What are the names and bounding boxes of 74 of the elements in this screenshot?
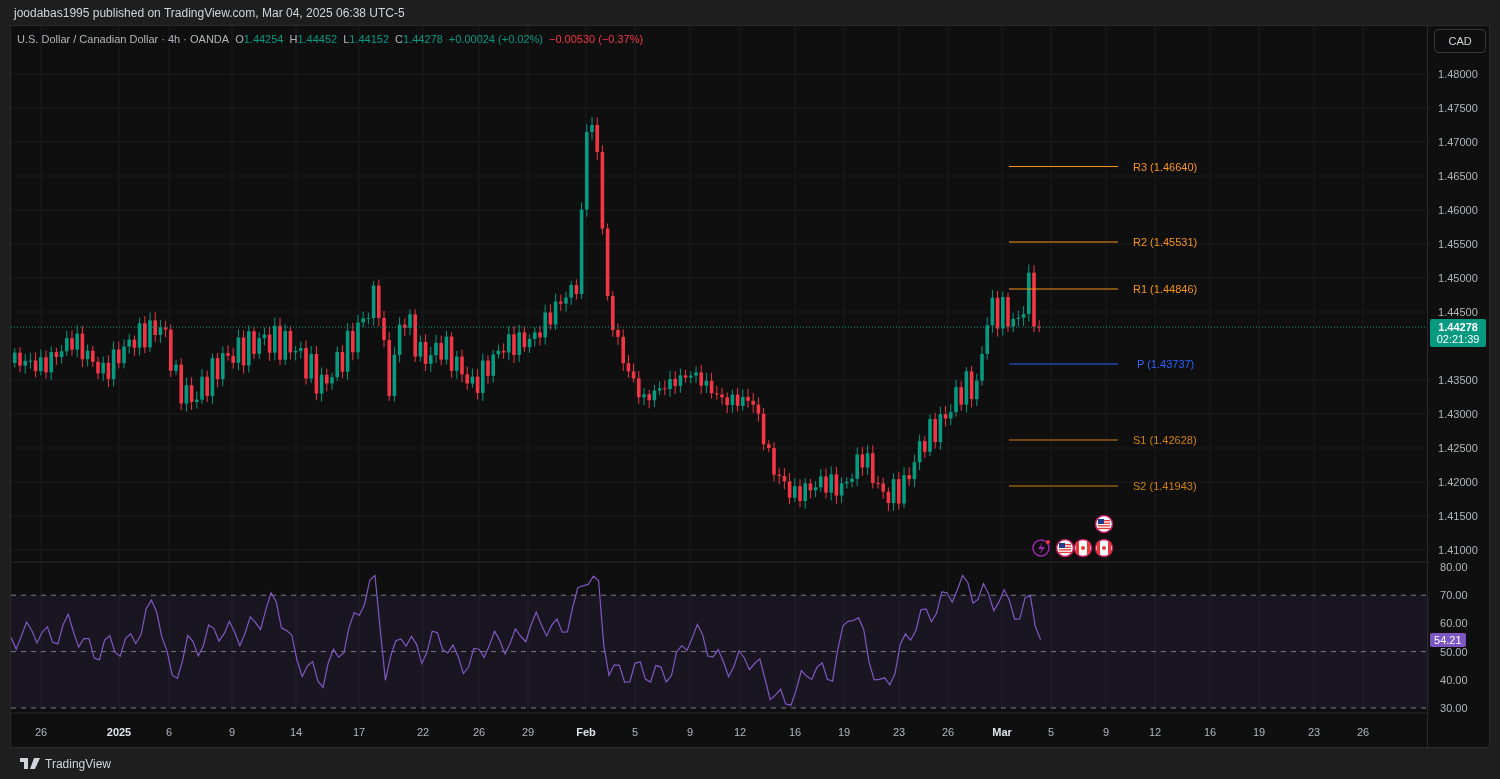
price-axis-label: 1.43000	[1438, 407, 1478, 421]
bar-countdown: 02:21:39	[1436, 333, 1480, 346]
brand-name: TradingView	[45, 755, 112, 773]
price-change: +0.00024 (+0.02%)	[448, 32, 543, 47]
ohlc-label: H	[289, 32, 298, 47]
rsi-axis-label: 50.00	[1440, 644, 1468, 659]
rsi-axis-label: 70.00	[1440, 588, 1468, 603]
lightning-icon[interactable]	[1032, 539, 1050, 557]
ohlc-label: O	[235, 32, 244, 47]
price-axis-label: 1.44500	[1438, 305, 1478, 319]
pivot-label: R2 (1.45531)	[1133, 235, 1198, 249]
us-flag-icon[interactable]	[1055, 538, 1075, 558]
time-axis-label: 16	[788, 725, 802, 739]
ohlc-value: 1.44152	[349, 32, 390, 47]
time-axis-label: 9	[1102, 725, 1110, 739]
price-axis-label: 1.45500	[1438, 237, 1478, 251]
time-axis-label: 19	[837, 725, 851, 739]
price-axis-label: 1.41000	[1438, 543, 1478, 557]
canada-flag-icon[interactable]	[1094, 538, 1114, 558]
currency-button[interactable]: CAD	[1434, 29, 1487, 53]
symbol-title: U.S. Dollar / Canadian Dollar · 4h · OANDA	[17, 32, 230, 47]
price-axis-label: 1.41500	[1438, 509, 1478, 523]
pivot-label: S2 (1.41943)	[1133, 479, 1197, 493]
time-axis-label: 17	[352, 725, 366, 739]
time-axis-label: 16	[1203, 725, 1217, 739]
rsi-axis-label: 30.00	[1440, 701, 1468, 715]
time-axis-label: 26	[34, 725, 48, 739]
ohlc-label: L	[343, 32, 350, 47]
price-axis-label: 1.45000	[1438, 271, 1478, 285]
ohlc-value: 1.44278	[403, 32, 443, 47]
price-axis-label: 1.43500	[1438, 373, 1478, 387]
ohlc-value: 1.44452	[297, 32, 338, 47]
time-axis-label: 9	[686, 725, 694, 739]
publisher-line: joodabas1995 published on TradingView.com, Mar 04, 2025 06:38 UTC-5	[14, 4, 405, 22]
rsi-axis-label: 80.00	[1440, 560, 1468, 574]
time-axis-label: 9	[228, 725, 236, 739]
time-axis-label: 29	[521, 725, 535, 739]
price-change: −0.00530 (−0.37%)	[549, 32, 644, 47]
last-price: 1.44278	[1438, 321, 1478, 334]
time-axis-label: 12	[1148, 725, 1162, 739]
time-axis-label: 26	[941, 725, 955, 739]
rsi-value-tag: 54.21	[1430, 632, 1466, 647]
rsi-axis-label: 60.00	[1440, 616, 1468, 631]
rsi-axis-label: 40.00	[1440, 672, 1468, 687]
time-axis-label: 26	[472, 725, 486, 739]
time-axis-label: 5	[1047, 725, 1055, 739]
price-axis-label: 1.46000	[1438, 203, 1478, 217]
time-axis-label: Mar	[992, 725, 1012, 739]
price-axis-label: 1.46500	[1438, 169, 1478, 183]
price-axis-label: 1.47500	[1438, 101, 1478, 115]
time-axis-label: 23	[1307, 725, 1321, 739]
time-axis-label: 2025	[106, 725, 132, 739]
pivot-label: S1 (1.42628)	[1133, 433, 1197, 447]
time-axis-label: 26	[1356, 725, 1370, 739]
price-axis-label: 1.48000	[1438, 67, 1478, 81]
pivot-label: R3 (1.46640)	[1133, 159, 1198, 174]
price-axis-label: 1.42500	[1438, 441, 1478, 455]
canada-flag-icon[interactable]	[1073, 538, 1093, 558]
ohlc-value: 1.44254	[243, 32, 284, 47]
price-axis-label: 1.42000	[1438, 475, 1478, 489]
price-axis-label: 1.47000	[1438, 135, 1478, 149]
time-axis-label: 5	[631, 725, 639, 739]
time-axis-label: Feb	[576, 725, 596, 739]
pivot-label: R1 (1.44846)	[1133, 282, 1198, 296]
time-axis-label: 14	[289, 725, 303, 739]
logo-icon	[20, 758, 40, 769]
us-flag-icon[interactable]	[1094, 514, 1114, 534]
time-axis-label: 12	[733, 725, 747, 739]
time-axis-label: 19	[1252, 725, 1266, 739]
ohlc-label: C	[395, 32, 404, 47]
pivot-label: P (1.43737)	[1137, 357, 1195, 371]
time-axis-label: 23	[892, 725, 906, 739]
time-axis-label: 6	[165, 725, 173, 739]
time-axis-label: 22	[416, 725, 430, 739]
